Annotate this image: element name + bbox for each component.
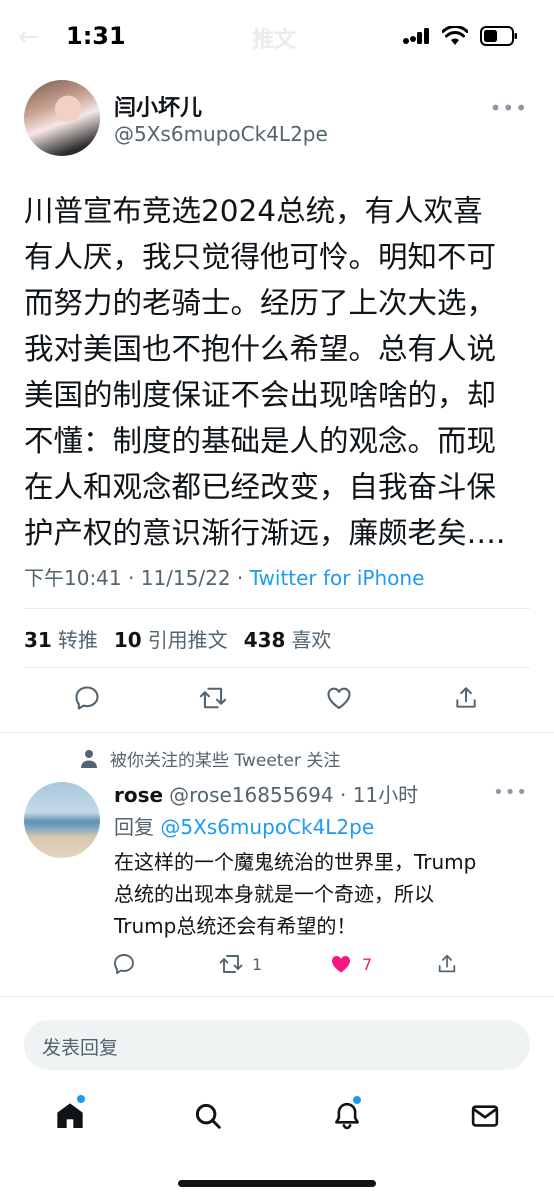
reply-actions: 1 7 xyxy=(0,950,554,980)
composer-placeholder: 发表回复 xyxy=(42,1037,119,1059)
social-context: 被你关注的某些 Tweeter 关注 xyxy=(80,746,340,771)
replying-mention[interactable]: @5Xs6mupoCk4L2pe xyxy=(160,815,374,839)
heart-icon xyxy=(327,687,351,709)
mail-icon xyxy=(471,1105,499,1127)
notifications-dot xyxy=(353,1096,361,1104)
quotes-count: 10 xyxy=(113,628,142,652)
reply-like-button[interactable]: 7 xyxy=(328,950,372,978)
retweets-stat[interactable]: 31 转推 xyxy=(24,624,98,653)
home-indicator xyxy=(178,1180,376,1187)
author-handle[interactable]: @5Xs6mupoCk4L2pe xyxy=(114,122,328,146)
tweet-source-link[interactable]: Twitter for iPhone xyxy=(250,566,425,590)
divider xyxy=(24,608,530,609)
reply-retweet-button[interactable]: 1 xyxy=(218,950,262,978)
quotes-label: 引用推文 xyxy=(147,628,228,652)
tab-search[interactable] xyxy=(188,1096,228,1136)
reply-author-handle[interactable]: @rose16855694 xyxy=(169,783,334,807)
share-icon xyxy=(438,954,456,973)
reply-share-button[interactable] xyxy=(436,950,458,978)
replying-label: 回复 xyxy=(114,815,154,839)
like-button[interactable] xyxy=(321,680,357,716)
retweet-icon xyxy=(199,687,227,709)
retweet-button[interactable] xyxy=(195,680,231,716)
heart-icon xyxy=(332,956,350,973)
more-icon[interactable]: ••• xyxy=(490,96,528,120)
tab-notifications[interactable] xyxy=(327,1096,367,1136)
quotes-stat[interactable]: 10 引用推文 xyxy=(114,624,228,653)
tweet-stats: 31 转推 10 引用推文 438 喜欢 xyxy=(24,624,331,653)
reply-author-name[interactable]: rose xyxy=(114,783,163,807)
meta-separator: · xyxy=(236,566,244,590)
replying-to: 回复 @5Xs6mupoCk4L2pe xyxy=(114,811,374,840)
tweet-time: 下午10:41 xyxy=(24,566,122,590)
section-divider xyxy=(0,996,554,997)
home-icon xyxy=(57,1103,83,1128)
reply-avatar[interactable] xyxy=(24,782,100,858)
reply-time: 11小时 xyxy=(352,783,419,807)
reply-header: rose @rose16855694 · 11小时 xyxy=(114,779,418,808)
reply-reply-button[interactable] xyxy=(112,950,136,978)
more-icon[interactable]: ••• xyxy=(493,782,528,803)
status-time: 1:31 xyxy=(66,22,126,50)
retweet-icon xyxy=(219,955,243,973)
reply-icon xyxy=(114,954,134,974)
bottom-tab-bar xyxy=(0,1086,554,1146)
reply-retweet-count: 1 xyxy=(252,954,263,974)
search-icon xyxy=(195,1103,221,1129)
likes-count: 438 xyxy=(243,628,286,652)
retweets-count: 31 xyxy=(24,628,52,652)
likes-stat[interactable]: 438 喜欢 xyxy=(244,624,332,653)
reply-button[interactable] xyxy=(69,680,105,716)
back-arrow-icon[interactable]: ← xyxy=(18,22,40,52)
person-icon xyxy=(81,749,97,768)
header-title: 推文 xyxy=(252,28,297,53)
retweets-label: 转推 xyxy=(57,628,98,652)
social-context-text: 被你关注的某些 Tweeter 关注 xyxy=(110,751,341,771)
divider xyxy=(24,667,530,668)
tweet-text: 川普宣布竞选2024总统，有人欢喜 有人厌，我只觉得他可怜。明知不可 而努力的老… xyxy=(24,194,506,550)
tweet-date: 11/15/22 xyxy=(140,566,231,590)
wifi-icon xyxy=(442,26,468,45)
tweet-actions xyxy=(0,680,554,720)
battery-icon xyxy=(480,26,517,46)
reply-separator: · xyxy=(339,783,347,807)
meta-separator: · xyxy=(128,566,135,590)
home-notification-dot xyxy=(77,1095,85,1103)
cellular-icon xyxy=(403,28,429,44)
tweet-meta: 下午10:41 · 11/15/22 · Twitter for iPhone xyxy=(24,562,424,591)
author-name[interactable]: 闫小坏儿 xyxy=(114,90,202,122)
status-icons xyxy=(402,26,518,46)
bell-icon xyxy=(335,1102,359,1130)
section-divider xyxy=(0,732,554,733)
reply-icon xyxy=(75,686,99,710)
likes-label: 喜欢 xyxy=(291,628,332,652)
tab-messages[interactable] xyxy=(465,1096,505,1136)
reply-like-count: 7 xyxy=(362,954,373,974)
author-avatar[interactable] xyxy=(24,80,100,156)
share-icon xyxy=(456,687,476,708)
share-button[interactable] xyxy=(448,680,484,716)
tab-home[interactable] xyxy=(50,1095,90,1136)
status-bar: ← 推文 1:31 xyxy=(0,0,554,70)
reply-composer[interactable]: 发表回复 xyxy=(24,1020,530,1070)
reply-text: 在这样的一个魔鬼统治的世界里，Trump 总统的出现本身就是一个奇迹，所以 Tr… xyxy=(114,850,477,938)
